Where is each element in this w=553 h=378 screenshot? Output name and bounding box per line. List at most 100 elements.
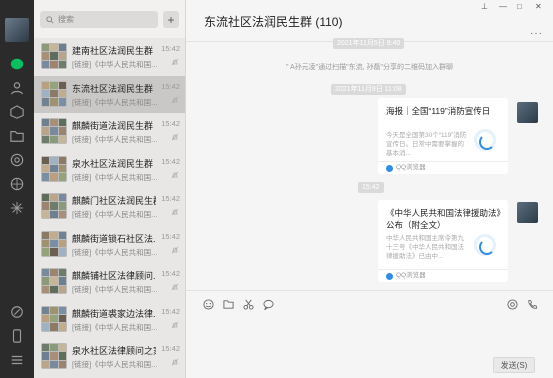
- conversation-name: 东流社区法润民生群: [72, 83, 154, 94]
- conversation-name: 泉水社区法律顾问之家: [72, 346, 156, 356]
- send-button[interactable]: 发送(S): [493, 357, 535, 373]
- link-card-description: 今天是全国第30个“119”消防宣传日。日常中需要掌握的基本消...: [386, 132, 467, 157]
- link-card-source: QQ浏览器: [378, 269, 508, 282]
- conversation-item[interactable]: 东流社区法润民生群 15:42 [链接]《中华人民共和国...: [34, 75, 185, 113]
- link-icon[interactable]: [9, 304, 25, 320]
- phone-icon[interactable]: [9, 328, 25, 344]
- conversation-preview: [链接]《中华人民共和国...: [72, 247, 158, 257]
- link-card-title: 《中华人民共和国法律援助法》公布（附全文）: [386, 208, 501, 230]
- search-bar: 搜索 +: [34, 0, 185, 38]
- conversation-name: 麒麟街道锁石社区法...: [72, 233, 156, 244]
- sender-avatar[interactable]: [517, 102, 538, 123]
- voice-call-icon[interactable]: [526, 298, 538, 310]
- menu-icon[interactable]: [9, 352, 25, 368]
- user-avatar[interactable]: [5, 18, 29, 42]
- sender-avatar[interactable]: [517, 202, 538, 223]
- conversation-preview: [链接]《中华人民共和国...: [72, 172, 158, 182]
- link-card[interactable]: 海报｜全国“119”消防宣传日 今天是全国第30个“119”消防宣传日。日常中需…: [378, 98, 508, 174]
- conversation-item[interactable]: 麒麟街道裘家边法律... 15:42 [链接]《中华人民共和国...: [34, 301, 185, 338]
- mini-programs-icon[interactable]: [9, 200, 25, 216]
- conversation-name: 麒麟门社区法润民生群: [72, 196, 156, 206]
- mute-bell-icon: [171, 171, 179, 178]
- chat-panel: 东流社区法润民生群 (110) ⊥ — □ ✕ ··· 2021年11月5日 9…: [186, 0, 553, 378]
- mute-bell-icon: [171, 96, 179, 103]
- conversation-name: 麒麟铺社区法律顾问...: [72, 271, 156, 281]
- conversation-item[interactable]: 泉水社区法润民生群 15:42 [链接]《中华人民共和国...: [34, 151, 185, 188]
- group-avatar: [41, 155, 67, 182]
- chat-header: 东流社区法润民生群 (110) ⊥ — □ ✕ ···: [186, 0, 553, 42]
- conversation-name: 麒麟街道裘家边法律...: [72, 308, 156, 319]
- chat-title: 东流社区法润民生群 (110): [204, 15, 343, 29]
- mute-bell-icon: [171, 208, 179, 216]
- conversation-time: 15:42: [161, 269, 180, 278]
- timestamp: 15:42: [358, 182, 384, 193]
- close-button[interactable]: ✕: [535, 2, 542, 11]
- conversation-item[interactable]: 麒麟街道锁石社区法... 15:42 [链接]《中华人民共和国...: [34, 226, 185, 263]
- conversation-list: 搜索 + 建南社区法润民生群 15:42 [链接]《中华人民共和国... 东流社区法润…: [34, 0, 186, 378]
- qq-browser-icon: [386, 273, 393, 280]
- conversation-time: 15:42: [161, 194, 180, 203]
- conversation-preview: [链接]《中华人民共和国...: [72, 135, 158, 144]
- link-card-title: 海报｜全国“119”消防宣传日: [386, 106, 491, 116]
- screenshot-icon[interactable]: [242, 298, 254, 310]
- navigation-rail: [0, 0, 34, 378]
- conversation-item[interactable]: 泉水社区法律顾问之家 15:42 [链接]《中华人民共和国...: [34, 338, 185, 375]
- link-card-description: 中华人民共和国主席令第九十三号《中华人民共和国法律援助法》已由中...: [386, 235, 464, 260]
- message-composer[interactable]: 发送(S): [186, 290, 553, 378]
- minimize-button[interactable]: —: [499, 2, 507, 11]
- group-avatar: [41, 230, 67, 257]
- conversation-preview: [链接]《中华人民共和国...: [72, 285, 158, 294]
- conversation-name: 泉水社区法润民生群: [72, 158, 154, 169]
- group-avatar: [41, 118, 67, 144]
- pin-button[interactable]: ⊥: [481, 2, 488, 11]
- browser-logo-icon: [474, 129, 496, 151]
- contacts-icon[interactable]: [9, 80, 25, 96]
- mute-bell-icon: [171, 246, 179, 253]
- conversation-time: 15:42: [161, 306, 180, 316]
- qq-browser-icon: [386, 165, 393, 172]
- browser-logo-icon: [474, 234, 496, 256]
- conversation-time: 15:42: [161, 81, 180, 91]
- mute-bell-icon: [171, 133, 179, 141]
- chat-info-button[interactable]: ···: [530, 28, 543, 39]
- conversation-item[interactable]: 麒麟铺社区法律顾问... 15:42 [链接]《中华人民共和国...: [34, 263, 185, 300]
- system-message: " A孙元凌"通过扫描"东流, 孙磊"分享的二维码加入群聊: [285, 64, 454, 71]
- group-avatar: [41, 343, 67, 369]
- conversation-name: 麒麟街道法润民生群: [72, 121, 154, 131]
- conversation-item[interactable]: 建南社区法润民生群 15:42 [链接]《中华人民共和国...: [34, 38, 185, 75]
- conversation-preview: [链接]《中华人民共和国...: [72, 210, 158, 219]
- conversation-time: 15:42: [161, 231, 180, 241]
- chat-icon[interactable]: [9, 56, 25, 72]
- group-avatar: [41, 43, 67, 69]
- mute-bell-icon: [171, 321, 179, 328]
- folder-icon[interactable]: [9, 128, 25, 144]
- moments-icon[interactable]: [9, 152, 25, 168]
- emoji-icon[interactable]: [202, 298, 214, 310]
- mute-bell-icon: [171, 58, 179, 66]
- live-icon[interactable]: [506, 298, 518, 310]
- group-avatar: [41, 80, 67, 107]
- favorites-icon[interactable]: [9, 104, 25, 120]
- conversation-time: 15:42: [161, 119, 180, 128]
- chat-history-icon[interactable]: [262, 298, 274, 310]
- conversation-preview: [链接]《中华人民共和国...: [72, 360, 158, 369]
- link-card[interactable]: 《中华人民共和国法律援助法》公布（附全文） 中华人民共和国主席令第九十三号《中华…: [378, 200, 508, 282]
- link-card-source-label: QQ浏览器: [396, 164, 426, 171]
- conversation-item[interactable]: 麒麟街道法润民生群 15:42 [链接]《中华人民共和国...: [34, 113, 185, 150]
- mute-bell-icon: [171, 283, 179, 291]
- group-avatar: [41, 305, 67, 332]
- conversation-name: 建南社区法润民生群: [72, 46, 154, 56]
- conversation-time: 15:42: [161, 44, 180, 53]
- channels-icon[interactable]: [9, 176, 25, 192]
- conversation-item[interactable]: 麒麟门社区法润民生群 15:42 [链接]《中华人民共和国...: [34, 188, 185, 225]
- search-input[interactable]: 搜索: [40, 11, 158, 28]
- conversation-preview: [链接]《中华人民共和国...: [72, 322, 158, 332]
- link-card-source-label: QQ浏览器: [396, 272, 426, 279]
- link-card-source: QQ浏览器: [378, 161, 508, 174]
- maximize-button[interactable]: □: [517, 2, 522, 11]
- add-chat-button[interactable]: +: [163, 11, 179, 28]
- search-icon: [46, 15, 54, 24]
- group-avatar: [41, 193, 67, 219]
- file-icon[interactable]: [222, 298, 234, 310]
- conversation-preview: [链接]《中华人民共和国...: [72, 97, 158, 107]
